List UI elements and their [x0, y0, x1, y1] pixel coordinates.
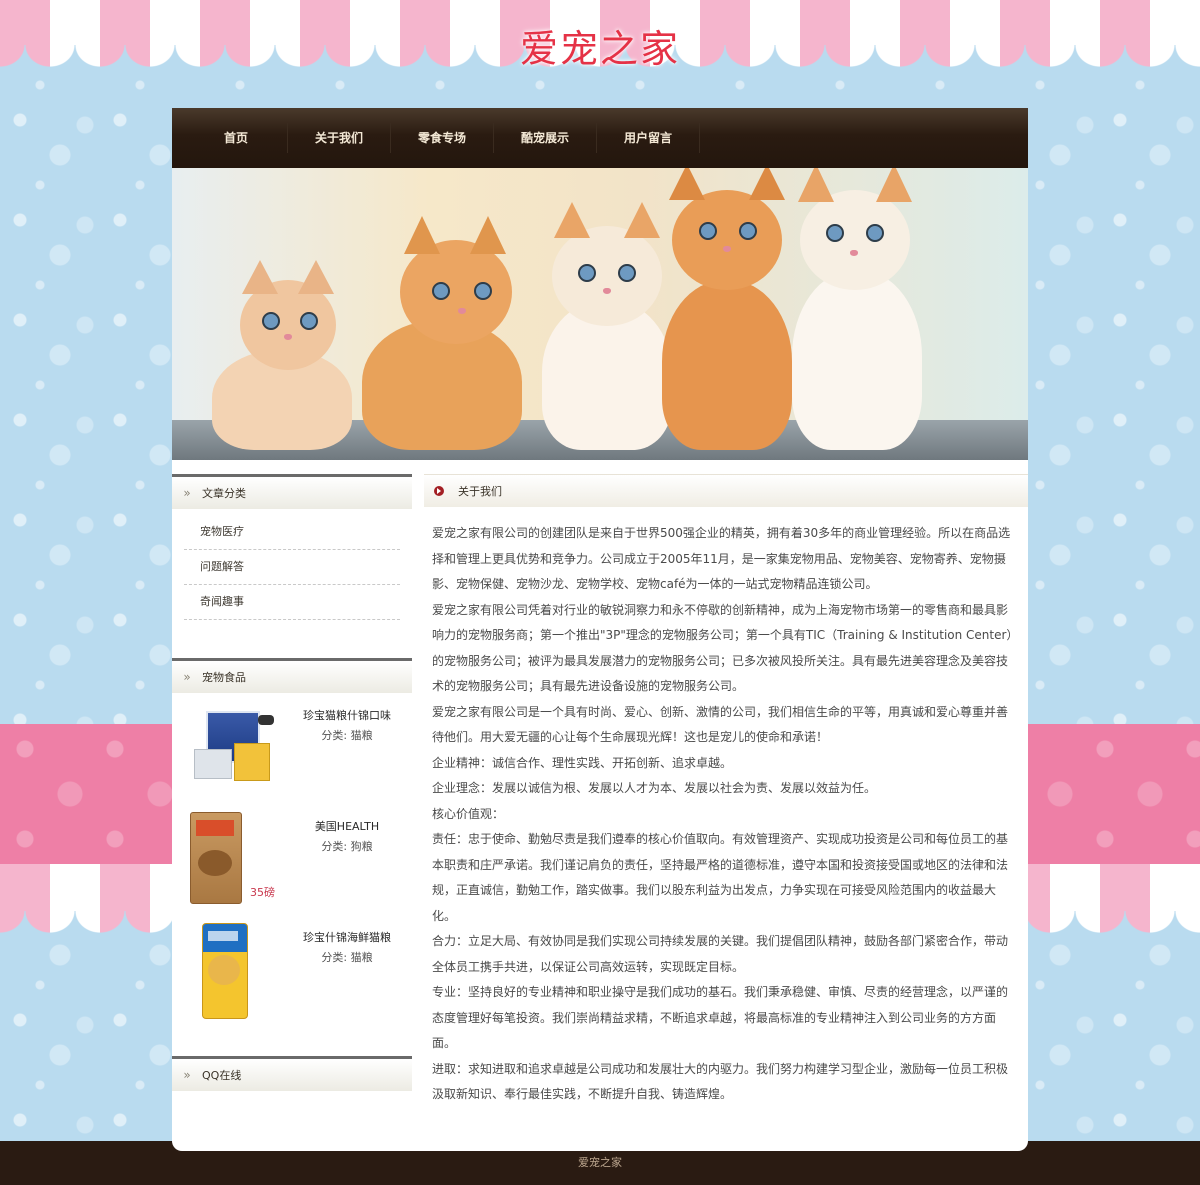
content-title: 关于我们	[458, 485, 502, 498]
article-paragraph: 爱宠之家有限公司的创建团队是来自于世界500强企业的精英，拥有着30多年的商业管…	[432, 526, 1011, 591]
article-paragraph: 合力：立足大局、有效协同是我们实现公司持续发展的关键。我们提倡团队精神，鼓励各部…	[432, 934, 1009, 974]
food-item[interactable]: 珍宝什锦海鲜猫粮 分类: 猫粮	[172, 921, 412, 1032]
category-item-qa[interactable]: 问题解答	[184, 550, 400, 585]
about-content: 关于我们 爱宠之家有限公司的创建团队是来自于世界500强企业的精英，拥有着30多…	[424, 474, 1028, 1108]
cat-food-box-image[interactable]	[184, 699, 282, 799]
food-category: 分类: 猫粮	[282, 949, 412, 965]
sidebar: » 文章分类 宠物医疗 问题解答 奇闻趣事 » 宠物食品 珍宝猫粮什锦口味 分类…	[172, 474, 412, 1108]
nav-item-about[interactable]: 关于我们	[288, 123, 391, 153]
kitten-2	[352, 210, 532, 450]
food-category-prefix: 分类:	[321, 840, 348, 853]
nav-item-guestbook[interactable]: 用户留言	[597, 123, 700, 153]
double-chevron-right-icon: »	[183, 486, 191, 500]
food-name[interactable]: 珍宝什锦海鲜猫粮	[282, 929, 412, 945]
dog-food-bag-image[interactable]: 35磅	[184, 810, 282, 910]
food-badge: 35磅	[250, 886, 275, 899]
kitten-3	[542, 190, 672, 450]
category-list: 宠物医疗 问题解答 奇闻趣事	[172, 509, 412, 634]
footer-text: 爱宠之家	[578, 1156, 622, 1169]
sidebar-qq-header: » QQ在线	[172, 1056, 412, 1091]
article-paragraph: 企业精神：诚信合作、理性实践、开拓创新、追求卓越。	[432, 755, 733, 770]
seafood-cat-food-bag-image[interactable]	[184, 921, 282, 1021]
nav-item-snacks[interactable]: 零食专场	[391, 123, 494, 153]
main-container: 首页 关于我们 零食专场 酷宠展示 用户留言 » 文章分类 宠物医疗 问题解答 …	[172, 108, 1028, 1151]
article-paragraph: 核心价值观：	[432, 806, 505, 821]
category-item-pet-medical[interactable]: 宠物医疗	[184, 515, 400, 550]
article-paragraph: 进取：求知进取和追求卓越是公司成功和发展壮大的内驱力。我们努力构建学习型企业，激…	[432, 1061, 1009, 1102]
food-name[interactable]: 美国HEALTH	[282, 818, 412, 834]
sidebar-qq-title: QQ在线	[202, 1069, 242, 1082]
food-category-value: 猫粮	[350, 951, 373, 964]
sidebar-food-header: » 宠物食品	[172, 658, 412, 693]
food-item[interactable]: 35磅 美国HEALTH 分类: 狗粮	[172, 810, 412, 921]
double-chevron-right-icon: »	[183, 670, 191, 684]
main-content-area: » 文章分类 宠物医疗 问题解答 奇闻趣事 » 宠物食品 珍宝猫粮什锦口味 分类…	[172, 460, 1028, 1108]
about-article: 爱宠之家有限公司的创建团队是来自于世界500强企业的精英，拥有着30多年的商业管…	[424, 507, 1028, 1108]
double-chevron-right-icon: »	[183, 1068, 191, 1082]
food-category: 分类: 猫粮	[282, 727, 412, 743]
kittens-banner-image	[172, 168, 1028, 460]
sidebar-food-title: 宠物食品	[202, 671, 246, 684]
kitten-1	[202, 260, 352, 450]
food-info: 美国HEALTH 分类: 狗粮	[282, 810, 412, 921]
pet-food-section: » 宠物食品 珍宝猫粮什锦口味 分类: 猫粮 35磅 美国HEALTH 分类: …	[172, 658, 412, 1032]
food-category: 分类: 狗粮	[282, 838, 412, 854]
site-title: 爱宠之家	[519, 27, 680, 71]
qq-online-section: » QQ在线	[172, 1056, 412, 1091]
article-paragraph: 专业：坚持良好的专业精神和职业操守是我们成功的基石。我们秉承稳健、审慎、尽责的经…	[432, 985, 1009, 1050]
content-header: 关于我们	[424, 474, 1028, 507]
main-nav: 首页 关于我们 零食专场 酷宠展示 用户留言	[172, 108, 1028, 168]
article-paragraph: 爱宠之家有限公司是一个具有时尚、爱心、创新、激情的公司，我们相信生命的平等，用真…	[432, 704, 1009, 745]
article-paragraph: 爱宠之家有限公司凭着对行业的敏锐洞察力和永不停歇的创新精神，成为上海宠物市场第一…	[432, 602, 1013, 694]
arrow-circle-icon	[434, 486, 444, 496]
food-item[interactable]: 珍宝猫粮什锦口味 分类: 猫粮	[172, 699, 412, 810]
kitten-4	[657, 168, 797, 450]
nav-item-home[interactable]: 首页	[185, 123, 288, 153]
food-category-prefix: 分类:	[321, 951, 348, 964]
nav-item-pet-gallery[interactable]: 酷宠展示	[494, 123, 597, 153]
article-paragraph: 责任：忠于使命、勤勉尽责是我们遵奉的核心价值取向。有效管理资产、实现成功投资是公…	[432, 832, 1009, 923]
kitten-5	[792, 168, 922, 450]
food-info: 珍宝猫粮什锦口味 分类: 猫粮	[282, 699, 412, 810]
food-category-value: 猫粮	[350, 729, 373, 742]
food-category-value: 狗粮	[350, 840, 373, 853]
food-category-prefix: 分类:	[321, 729, 348, 742]
food-name[interactable]: 珍宝猫粮什锦口味	[282, 707, 412, 723]
sidebar-categories-title: 文章分类	[202, 487, 246, 500]
article-paragraph: 企业理念：发展以诚信为根、发展以人才为本、发展以社会为责、发展以效益为任。	[432, 781, 877, 795]
food-info: 珍宝什锦海鲜猫粮 分类: 猫粮	[282, 921, 412, 1032]
food-list: 珍宝猫粮什锦口味 分类: 猫粮 35磅 美国HEALTH 分类: 狗粮 珍宝什锦…	[172, 693, 412, 1032]
sidebar-categories-header: » 文章分类	[172, 474, 412, 509]
category-item-fun-stories[interactable]: 奇闻趣事	[184, 585, 400, 620]
